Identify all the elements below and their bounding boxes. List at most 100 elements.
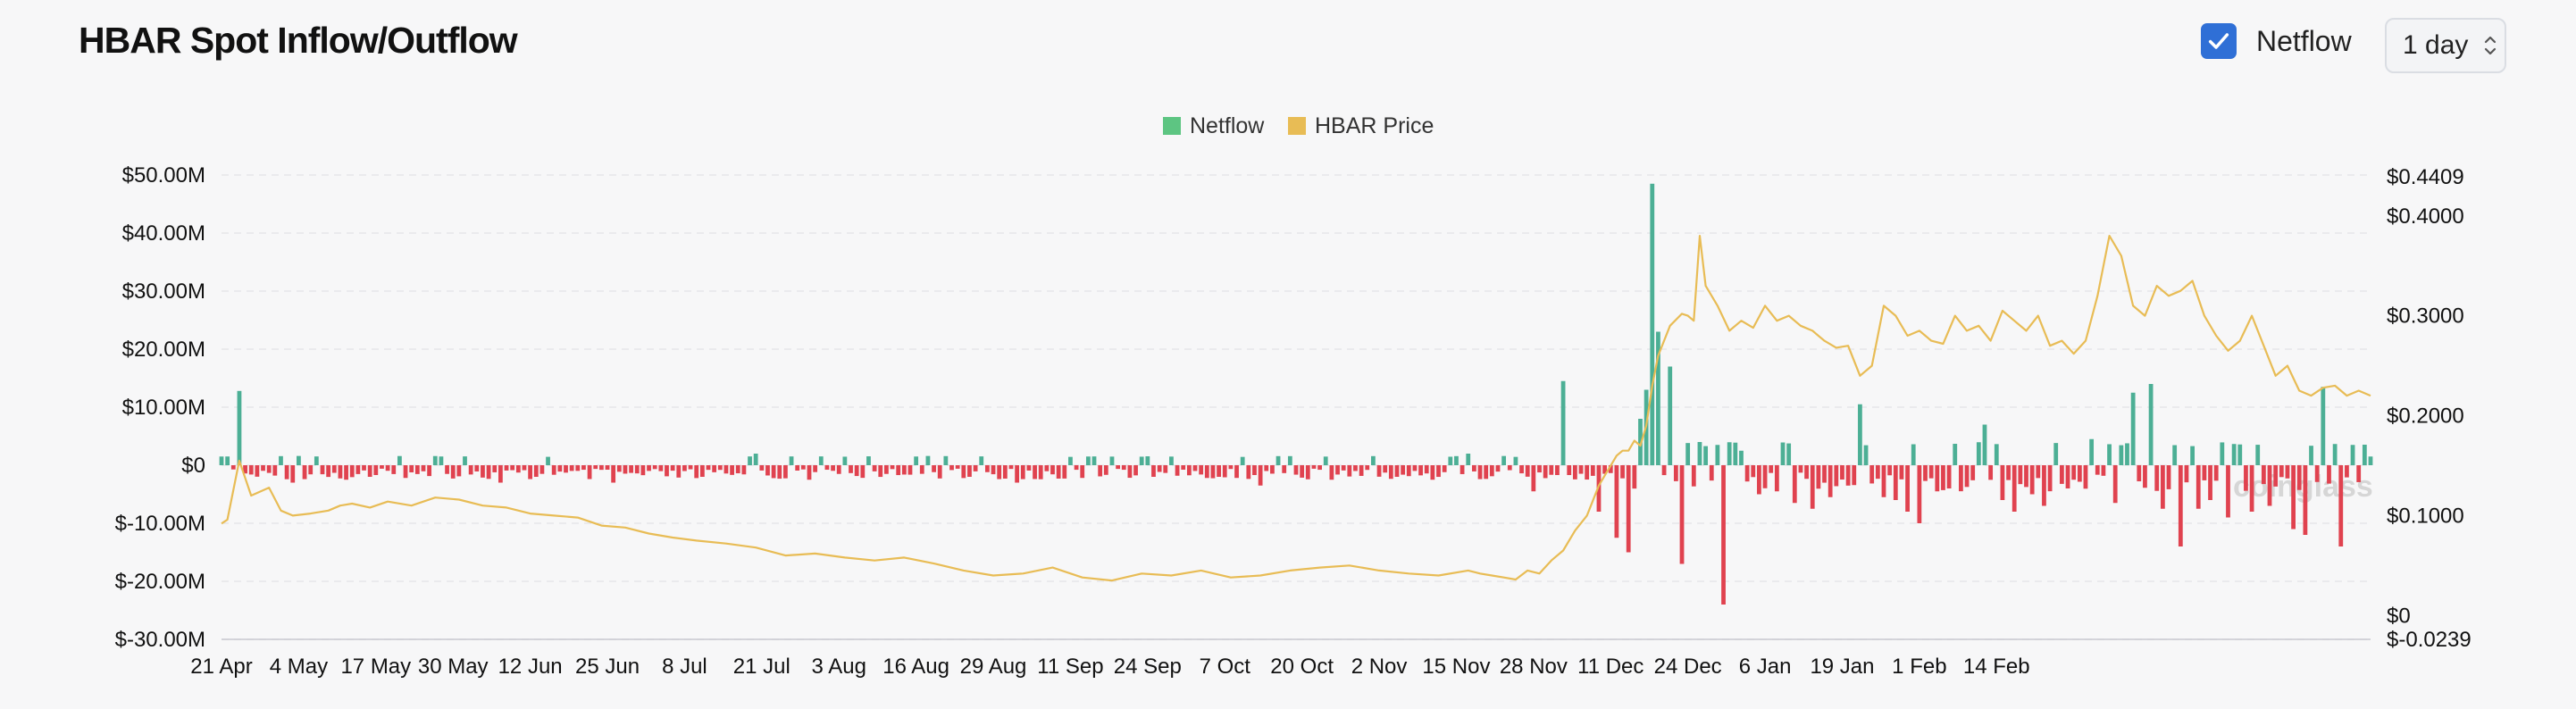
netflow-bar xyxy=(1810,465,1815,509)
netflow-bar xyxy=(266,465,272,473)
x-tick-label: 30 May xyxy=(418,655,489,679)
netflow-bar xyxy=(2137,465,2142,482)
netflow-bar xyxy=(932,465,936,472)
netflow-bar xyxy=(2053,443,2059,465)
x-tick-label: 25 Jun xyxy=(575,655,640,679)
netflow-bar xyxy=(629,465,633,473)
netflow-bar xyxy=(551,465,556,475)
netflow-bar xyxy=(2345,465,2349,478)
netflow-bar xyxy=(997,465,1002,480)
netflow-bar xyxy=(1008,465,1014,470)
netflow-bar xyxy=(2077,465,2082,482)
netflow-bar xyxy=(2095,465,2100,475)
y-left-tick-label: $50.00M xyxy=(122,163,205,188)
netflow-bar xyxy=(1085,456,1091,465)
netflow-bar xyxy=(1151,465,1156,477)
netflow-bars xyxy=(219,183,2373,605)
legend-swatch-netflow xyxy=(1163,117,1181,135)
netflow-bar xyxy=(1567,465,1572,476)
y-right-tick-label: $-0.0239 xyxy=(2387,628,2471,652)
netflow-bar xyxy=(1739,450,1744,465)
netflow-bar xyxy=(2154,465,2160,491)
x-tick-label: 17 May xyxy=(340,655,411,679)
netflow-bar xyxy=(1412,465,1418,471)
x-tick-label: 15 Nov xyxy=(1422,655,1490,679)
netflow-bar xyxy=(611,465,616,483)
netflow-bar xyxy=(2018,465,2023,485)
netflow-bar xyxy=(1228,465,1234,470)
netflow-bar xyxy=(1899,465,1904,480)
netflow-bar xyxy=(1869,465,1875,484)
netflow-bar xyxy=(1109,456,1115,465)
netflow-bar xyxy=(1442,465,1447,472)
netflow-bar xyxy=(2255,445,2261,465)
netflow-bar xyxy=(463,456,467,465)
netflow-bar xyxy=(385,465,390,471)
netflow-bar xyxy=(807,465,812,480)
netflow-bar xyxy=(2065,465,2070,489)
netflow-bar xyxy=(1727,442,1732,465)
netflow-bar xyxy=(1549,465,1554,475)
netflow-bar xyxy=(634,465,640,474)
netflow-bar xyxy=(320,465,325,475)
netflow-bar xyxy=(1270,465,1275,474)
netflow-bar xyxy=(967,465,972,477)
netflow-bar xyxy=(1887,465,1893,476)
netflow-bar xyxy=(2237,444,2243,465)
netflow-bar xyxy=(587,465,592,480)
netflow-bar xyxy=(1098,465,1103,477)
netflow-bar xyxy=(991,465,996,475)
netflow-bar xyxy=(1365,465,1370,471)
netflow-bar xyxy=(2226,465,2230,518)
netflow-bar xyxy=(362,465,366,471)
netflow-bar xyxy=(2011,465,2017,512)
netflow-bar xyxy=(1471,465,1476,471)
y-right-tick-label: $0.2000 xyxy=(2387,405,2464,429)
netflow-bar xyxy=(2309,446,2313,465)
netflow-bar xyxy=(1762,465,1768,488)
netflow-bar xyxy=(481,465,485,478)
netflow-bar xyxy=(1852,465,1857,486)
netflow-bar xyxy=(2220,442,2225,465)
x-tick-label: 21 Apr xyxy=(190,655,252,679)
netflow-bar xyxy=(2368,456,2373,465)
netflow-bar xyxy=(1679,465,1685,564)
netflow-bar xyxy=(836,465,841,474)
netflow-bar xyxy=(712,465,717,472)
netflow-bar xyxy=(2184,465,2189,483)
netflow-bar xyxy=(367,465,372,477)
netflow-bar xyxy=(1359,465,1364,476)
netflow-bar xyxy=(237,390,242,465)
netflow-bar xyxy=(2231,444,2237,465)
netflow-bar xyxy=(308,465,314,475)
netflow-bar xyxy=(1834,465,1839,487)
netflow-bar xyxy=(1786,443,1792,465)
netflow-bar xyxy=(302,465,307,480)
netflow-bar xyxy=(2119,445,2124,465)
netflow-bar xyxy=(1519,465,1524,474)
netflow-bar xyxy=(1489,465,1494,477)
netflow-bar xyxy=(528,465,533,480)
netflow-bar xyxy=(1769,465,1774,473)
netflow-bar xyxy=(1845,465,1851,486)
netflow-bar xyxy=(1091,456,1097,465)
netflow-bar xyxy=(1585,465,1590,480)
netflow-bar xyxy=(723,465,729,474)
netflow-bar xyxy=(344,465,348,480)
netflow-bar xyxy=(1863,445,1869,465)
y-left-tick-label: $10.00M xyxy=(122,396,205,420)
netflow-bar xyxy=(1050,465,1055,475)
netflow-bar xyxy=(647,465,651,471)
netflow-bar xyxy=(2350,445,2355,465)
netflow-bar xyxy=(1074,465,1079,471)
netflow-bar xyxy=(2285,465,2290,479)
netflow-bar xyxy=(2362,444,2367,465)
netflow-bar xyxy=(1305,465,1310,480)
netflow-bar xyxy=(1661,465,1667,476)
netflow-bar xyxy=(605,465,610,471)
legend-label-price: HBAR Price xyxy=(1315,113,1434,138)
netflow-bar xyxy=(284,465,289,480)
netflow-bar xyxy=(1033,465,1037,480)
netflow-bar xyxy=(468,465,473,475)
netflow-bar xyxy=(557,465,563,472)
